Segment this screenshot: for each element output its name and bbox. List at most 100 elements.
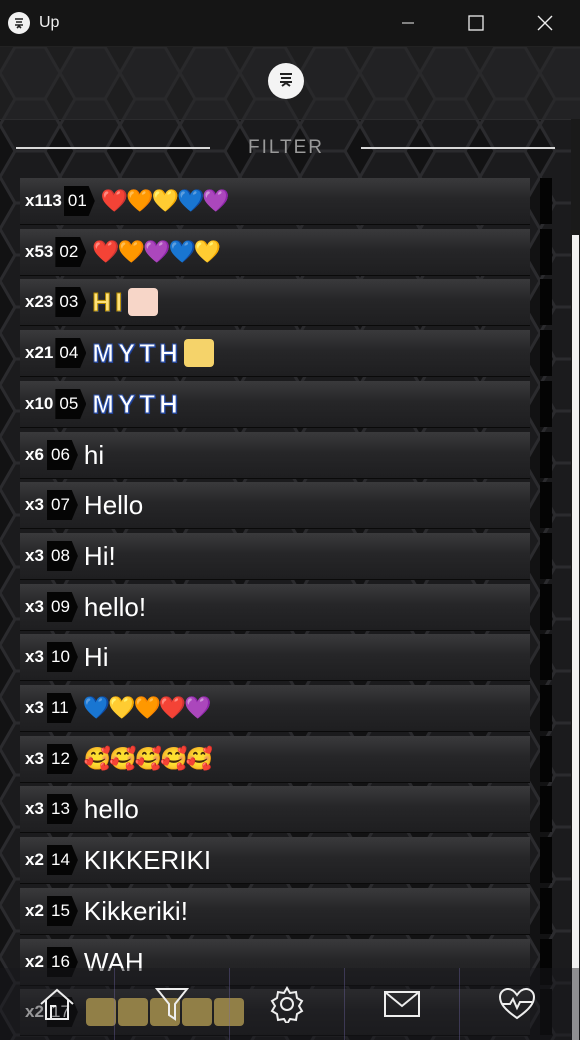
row-side-bar — [540, 837, 552, 883]
rank-badge: 02 — [55, 237, 87, 267]
row-side-bar — [540, 432, 552, 478]
rank-badge: 05 — [55, 389, 87, 419]
row-side-bar — [540, 786, 552, 832]
message-row[interactable]: x3 12 🥰🥰🥰🥰🥰 — [20, 736, 530, 783]
message-text: Hi! — [83, 540, 116, 571]
message-count: x3 — [25, 749, 44, 768]
message-text: Kikkeriki! — [83, 895, 188, 926]
minimize-icon — [402, 22, 414, 24]
scrollbar-thumb[interactable] — [572, 235, 579, 1040]
rank-badge: 06 — [47, 440, 78, 470]
message-row[interactable]: x6 06 hi — [20, 432, 530, 479]
bubble-text-emote: MYTH — [92, 337, 182, 368]
row-side-bar — [540, 279, 552, 325]
minimize-button[interactable] — [385, 0, 431, 46]
rank-badge: 13 — [47, 794, 78, 824]
rank-badge: 09 — [47, 592, 78, 622]
message-count: x3 — [25, 597, 44, 616]
rank-badge: 12 — [47, 744, 78, 774]
message-count: x3 — [25, 546, 44, 565]
rank-badge: 15 — [47, 896, 78, 926]
rank-badge: 04 — [55, 338, 87, 368]
message-row[interactable]: x3 10 Hi — [20, 634, 530, 681]
row-side-bar — [540, 482, 552, 528]
message-count: x2 — [25, 850, 44, 869]
message-count: x2 — [25, 901, 44, 920]
message-count: x3 — [25, 495, 44, 514]
message-emojis: ❤️🧡💜💙💛 — [92, 239, 221, 264]
message-count: x3 — [25, 799, 44, 818]
maximize-button[interactable] — [453, 0, 499, 46]
message-emojis: 💙💛🧡❤️💜 — [82, 695, 212, 720]
window-title: Up — [39, 14, 60, 31]
row-side-bar — [540, 736, 552, 782]
message-count: x113 — [25, 191, 62, 210]
maximize-icon — [468, 15, 484, 31]
blond-character-emote — [183, 339, 214, 367]
message-text: Hi — [83, 641, 109, 672]
row-side-bar — [540, 888, 552, 934]
app-logo-button[interactable] — [268, 63, 304, 99]
message-text: KIKKERIKI — [83, 844, 212, 875]
message-text: hi — [83, 439, 105, 470]
message-row[interactable]: x10 05 MYTH — [20, 381, 530, 428]
pink-character-emote — [128, 288, 159, 316]
rank-badge: 11 — [47, 693, 77, 723]
rank-badge: 01 — [63, 186, 95, 216]
message-text: Hello — [83, 489, 144, 520]
message-row[interactable]: x2 14 KIKKERIKI — [20, 837, 530, 884]
home-icon — [40, 988, 74, 1020]
message-row[interactable]: x2 15 Kikkeriki! — [20, 888, 530, 935]
row-side-bar — [540, 330, 552, 376]
message-emojis: 🥰🥰🥰🥰🥰 — [83, 746, 213, 771]
row-side-bar — [540, 229, 552, 275]
row-side-bar — [540, 178, 552, 224]
rank-badge: 03 — [55, 287, 87, 317]
row-side-bar — [540, 685, 552, 731]
row-side-bar — [540, 584, 552, 630]
message-row[interactable]: x113 01 ❤️🧡💛💙💜 — [20, 178, 530, 225]
message-count: x21 — [25, 343, 54, 362]
message-count: x10 — [25, 394, 54, 413]
close-button[interactable] — [522, 0, 568, 46]
bubble-text-emote: MYTH — [92, 388, 182, 419]
message-row[interactable]: x21 04 MYTH — [20, 330, 530, 377]
mail-icon — [384, 991, 420, 1017]
message-row[interactable]: x3 11 💙💛🧡❤️💜 — [20, 685, 530, 732]
filter-icon — [154, 988, 190, 1021]
message-row[interactable]: x3 09 hello! — [20, 584, 530, 631]
nav-health[interactable] — [460, 968, 574, 1040]
message-text: hello — [83, 793, 139, 824]
nav-home[interactable] — [0, 968, 115, 1040]
message-count: x3 — [25, 698, 44, 717]
nav-settings[interactable] — [230, 968, 345, 1040]
message-row[interactable]: x3 07 Hello — [20, 482, 530, 529]
close-icon — [537, 15, 553, 31]
message-row[interactable]: x53 02 ❤️🧡💜💙💛 — [20, 229, 530, 276]
message-row[interactable]: x23 03 HI — [20, 279, 530, 326]
filter-divider-right — [361, 147, 555, 149]
app-logo-icon — [280, 73, 292, 87]
bubble-text-emote: HI — [92, 286, 127, 317]
nav-filter[interactable] — [115, 968, 230, 1040]
row-side-bar — [540, 634, 552, 680]
message-count: x53 — [25, 242, 54, 261]
row-side-bar — [540, 533, 552, 579]
message-row[interactable]: x3 08 Hi! — [20, 533, 530, 580]
message-count: x3 — [25, 647, 44, 666]
message-count: x6 — [25, 445, 44, 464]
rank-badge: 08 — [47, 541, 78, 571]
filter-divider-left — [16, 147, 210, 149]
rank-badge: 10 — [47, 642, 78, 672]
nav-mail[interactable] — [345, 968, 460, 1040]
rank-badge: 14 — [47, 845, 78, 875]
row-side-bar — [540, 381, 552, 427]
app-icon — [8, 12, 30, 34]
settings-icon — [270, 986, 304, 1023]
message-emojis: ❤️🧡💛💙💜 — [100, 188, 230, 213]
message-row[interactable]: x3 13 hello — [20, 786, 530, 833]
message-count: x23 — [25, 292, 54, 311]
filter-label[interactable]: FILTER — [210, 137, 362, 159]
bottom-nav — [0, 968, 580, 1040]
title-bar: Up — [0, 0, 580, 47]
